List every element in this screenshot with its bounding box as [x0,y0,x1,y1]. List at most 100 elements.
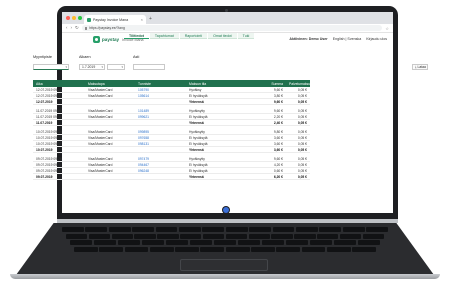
cell-method: Visa/MasterCard [88,141,113,146]
keyboard-key [178,227,201,232]
cell-fee: 0,05 € [297,135,307,140]
logout-link[interactable]: Kirjaudu ulos [366,37,387,41]
keyboard-key [285,240,309,245]
cell-amount: 0,60 € [273,168,283,173]
cell-amount: 9,60 € [273,108,283,113]
keyboard-key [132,227,155,232]
menu-tapahtumat[interactable]: Tapahtumat [149,33,179,39]
cell-time: 10.07.2019 09:34 [36,129,62,134]
keyboard-key [73,246,98,252]
menu-tilitiedot[interactable]: Tilitiedot [124,33,149,39]
forward-icon[interactable]: › [71,25,73,31]
reload-icon[interactable]: ↻ [75,25,79,31]
col-fee[interactable]: Palvelumaksu [286,82,310,86]
menu-omat-tiedot[interactable]: Omat tiedot [208,33,237,39]
cell-id[interactable]: 094467 [135,163,186,167]
bookmark-star-icon[interactable]: ☆ [385,26,389,31]
cell-id[interactable]: 105614 [135,94,186,98]
laptop-base-edge [10,274,440,279]
cell-id[interactable]: 098131 [135,142,186,146]
cell-fee: 0,05 € [297,141,307,146]
keyboard-key [108,227,131,232]
cell-amount: 9,60 € [273,156,283,161]
keyboard-key [165,240,189,245]
cell-time: 10.07.2019 09:31 [36,135,62,140]
keyboard-key [261,240,285,245]
cell-status: Ei hyväksytä [189,162,208,167]
menu-raportointi[interactable]: Raportointi [179,33,208,39]
laptop-hinge [57,219,398,223]
cell-time: 12.07.2019 [36,99,53,104]
cell-method: Visa/MasterCard [88,135,113,140]
cell-id[interactable]: 097479 [135,157,186,161]
col-amount[interactable]: Summa [258,82,286,86]
keyboard-key [342,227,365,232]
cell-method: Visa/MasterCard [88,129,113,134]
date-to-input[interactable] [133,64,165,70]
minimize-window-icon[interactable] [72,16,76,20]
browser-tab[interactable]: Paystay Invoice Mana × [84,15,146,24]
favicon-icon [87,17,91,22]
tab-close-icon[interactable]: × [141,17,143,22]
chevron-down-icon: ▾ [101,65,103,69]
address-bar[interactable]: https://paystay.ee/?lang [81,25,383,31]
maximize-window-icon[interactable] [78,16,82,20]
cell-status: Ei hyväksytä [189,168,208,173]
col-id[interactable]: Tunniste [135,82,186,86]
close-window-icon[interactable] [66,16,70,20]
cell-fee: 0,05 € [297,114,307,119]
filter-bar: Myyntipiste ▾ Alkaen 1.7.2019 ▾ ▾ Asti ⤓ … [33,55,428,75]
cell-fee: 0,05 € [297,108,307,113]
cell-id[interactable]: 097658 [135,136,186,140]
keyboard-row [62,246,388,252]
new-tab-button[interactable]: + [149,15,152,24]
cell-id[interactable]: 099621 [135,115,186,119]
outlet-select[interactable]: ▾ [33,64,69,70]
keyboard-key [69,240,93,245]
cell-status: Yhteensä [189,120,204,125]
cell-amount: 9,80 € [273,129,283,134]
keyboard-row [62,240,388,245]
cell-amount: 3,60 € [273,135,283,140]
keyboard-key [149,246,174,252]
col-method[interactable]: Maksutapa [85,82,135,86]
keyboard-key [99,246,124,252]
cell-amount: 9,60 € [273,99,283,104]
menu-tuki[interactable]: Tuki [237,33,255,39]
cell-id[interactable]: 096248 [135,169,186,173]
cell-id[interactable]: 101489 [135,109,186,113]
cell-fee: 0,05 € [297,93,307,98]
keyboard-key [111,233,133,239]
cell-status: Ei hyväksytä [189,141,208,146]
table-header: Aika Maksutapa Tunniste Maksun tila Summ… [33,80,310,87]
back-icon[interactable]: ‹ [66,25,68,31]
keyboard-key [225,246,250,252]
date-from-input[interactable]: 1.7.2019 ▾ [79,64,105,70]
col-status[interactable]: Maksun tila [186,82,258,86]
keyboard-row [62,227,388,232]
keyboard-row [62,233,388,239]
lock-icon [84,26,88,30]
export-button[interactable]: ⤓ Lataa [412,64,428,70]
filter-label-from: Alkaen [79,55,91,59]
cell-amount: 4,20 € [273,162,283,167]
language-switch[interactable]: English | Svenska [333,37,362,41]
power-led-icon [223,207,229,213]
cell-amount: 3,60 € [273,141,283,146]
col-time[interactable]: Aika [33,82,85,86]
cell-time: 11.07.2019 09:26 [36,108,62,113]
cell-time: 11.07.2019 [36,120,53,125]
filter-label-outlet: Myyntipiste [33,55,52,59]
keyboard-key [301,246,326,252]
logo-text: paystay [102,37,120,42]
cell-id[interactable]: 105790 [135,88,186,92]
keyboard-key [319,227,342,232]
keyboard-key [272,227,295,232]
window-controls [66,16,82,20]
keyboard-key [157,233,179,239]
date-from-time[interactable]: ▾ [107,64,125,70]
cell-method: Visa/MasterCard [88,162,113,167]
cell-method: Visa/MasterCard [88,108,113,113]
cell-id[interactable]: 099895 [135,130,186,134]
keyboard-key [141,240,165,245]
